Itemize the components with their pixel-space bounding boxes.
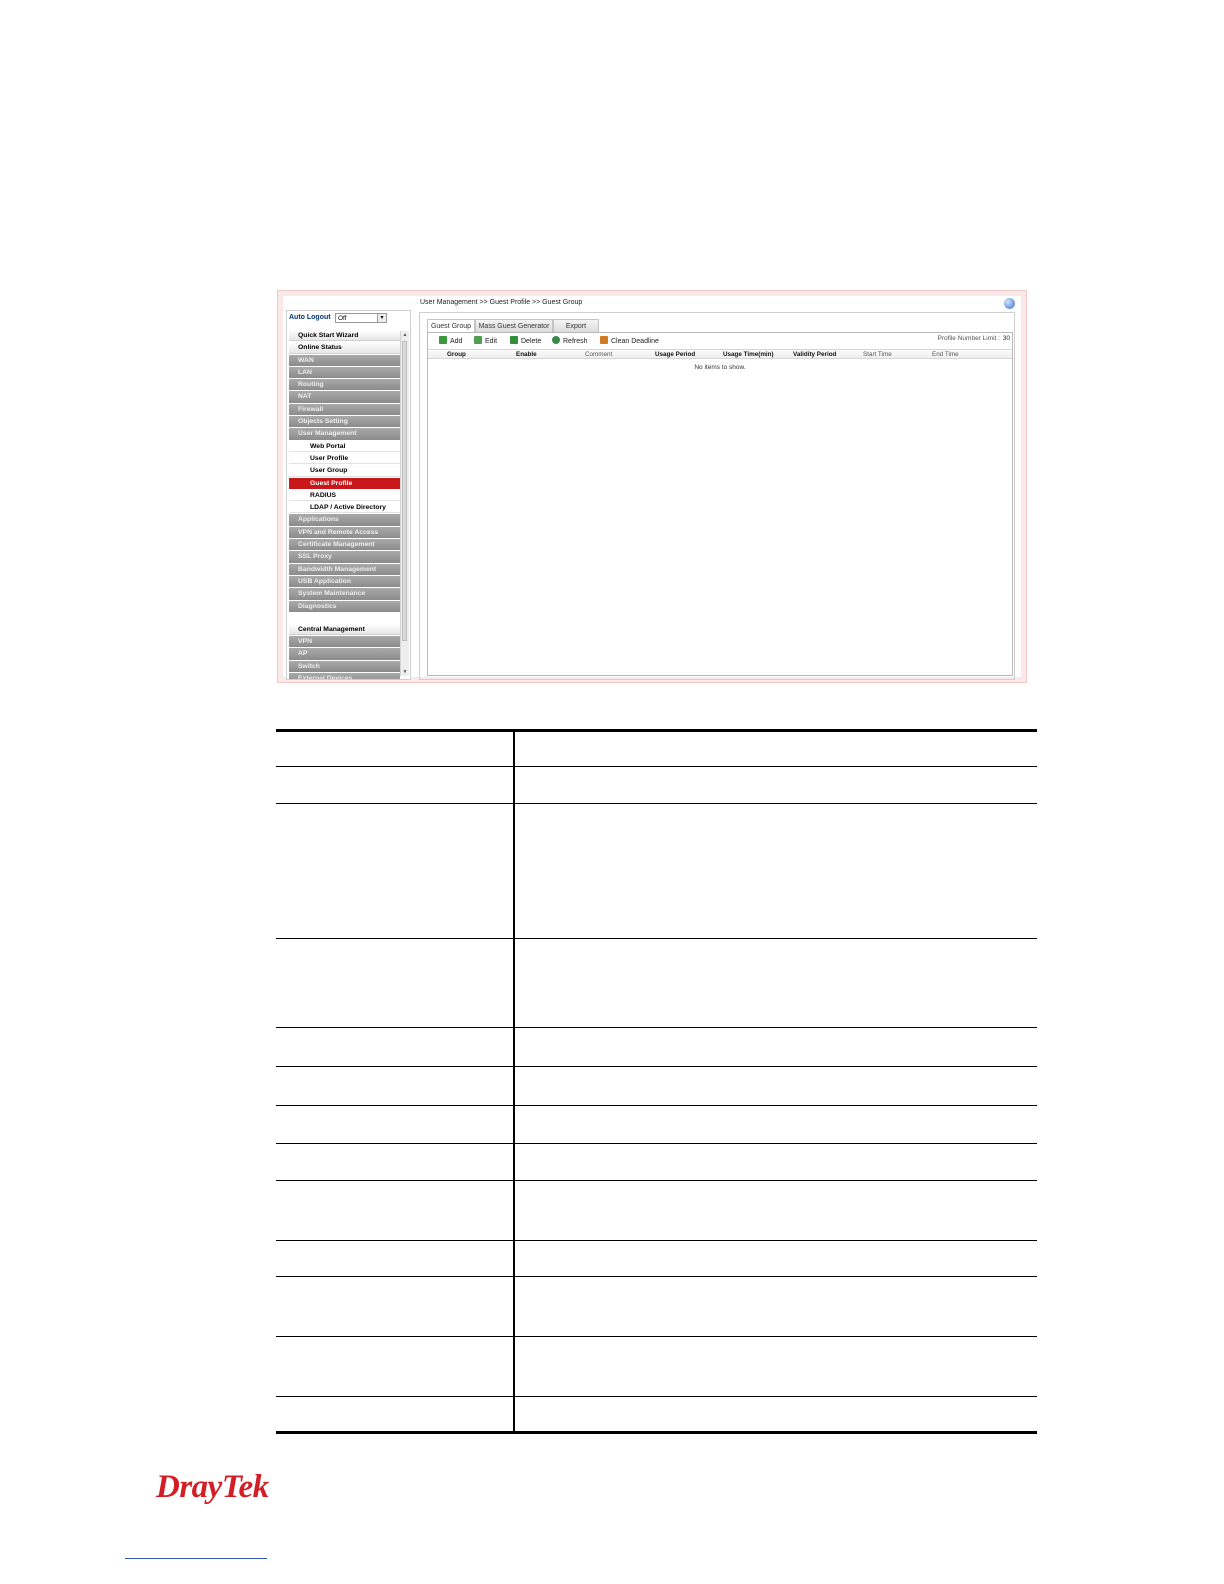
- table-row: [276, 1105, 1037, 1144]
- profile-limit-value: 30: [1002, 335, 1010, 342]
- sidebar-item-ldap-active-directory[interactable]: LDAP / Active Directory: [289, 502, 400, 514]
- auto-logout-label: Auto Logout: [289, 314, 331, 321]
- sidebar-item-wan[interactable]: WAN: [289, 354, 400, 366]
- add-label: Add: [450, 338, 463, 345]
- column-header[interactable]: Start Time: [863, 350, 892, 359]
- sidebar-scrollbar[interactable]: ▲ ▼: [400, 331, 409, 676]
- clean-deadline-label: Clean Deadline: [611, 338, 659, 345]
- menu-spacer: [289, 612, 400, 623]
- main-panel: Guest Group Mass Guest Generator Export …: [419, 312, 1015, 680]
- edit-label: Edit: [485, 338, 498, 345]
- sidebar-item-lan[interactable]: LAN: [289, 366, 400, 379]
- sidebar: Auto Logout Off ▾ Quick Start Wizard Onli…: [286, 310, 411, 680]
- sidebar-item-vpn[interactable]: VPN: [289, 636, 400, 648]
- calendar-icon: [600, 336, 608, 344]
- guest-group-screenshot: Auto Logout Off ▾ Quick Start Wizard Onli…: [277, 290, 1027, 683]
- tab-mass-guest-generator[interactable]: Mass Guest Generator: [475, 319, 553, 332]
- grid-header: Group Enable Comment Usage Period Usage …: [428, 349, 1012, 359]
- delete-button[interactable]: Delete: [510, 336, 541, 345]
- tab-guest-group[interactable]: Guest Group: [427, 319, 475, 333]
- table-row: [276, 1066, 1037, 1106]
- sidebar-item-vpn-and-remote-access[interactable]: VPN and Remote Access: [289, 526, 400, 539]
- tab-export[interactable]: Export: [553, 319, 599, 332]
- sidebar-menu: Quick Start Wizard Online Status WAN LAN Rou…: [289, 330, 400, 679]
- sidebar-item-ap[interactable]: AP: [289, 648, 400, 660]
- table-row: [276, 1276, 1037, 1337]
- sidebar-item-diagnostics[interactable]: Diagnostics: [289, 600, 400, 612]
- add-button[interactable]: Add: [439, 336, 462, 345]
- trash-icon: [510, 336, 518, 344]
- sidebar-item-online-status[interactable]: Online Status: [289, 342, 400, 354]
- refresh-button[interactable]: Refresh: [552, 336, 588, 345]
- sidebar-item-applications[interactable]: Applications: [289, 514, 400, 526]
- sidebar-item-routing[interactable]: Routing: [289, 379, 400, 391]
- help-icon[interactable]: [1004, 298, 1015, 309]
- sidebar-item-central-management[interactable]: Central Management: [289, 623, 400, 636]
- footer-rule: [125, 1558, 267, 1559]
- sidebar-item-user-group[interactable]: User Group: [289, 465, 400, 477]
- sidebar-item-bandwidth-management[interactable]: Bandwidth Management: [289, 563, 400, 575]
- table-row: [276, 803, 1037, 939]
- column-header[interactable]: Enable: [516, 350, 537, 359]
- sidebar-item-certificate-management[interactable]: Certificate Management: [289, 539, 400, 551]
- sidebar-item-system-maintenance[interactable]: System Maintenance: [289, 588, 400, 600]
- guest-group-grid: Add Edit Delete Refresh Clean Deadline P…: [427, 332, 1013, 676]
- column-header[interactable]: Comment: [585, 350, 612, 359]
- toolbar: Add Edit Delete Refresh Clean Deadline P…: [428, 333, 1012, 349]
- refresh-icon: [552, 336, 560, 344]
- sidebar-item-firewall[interactable]: Firewall: [289, 403, 400, 416]
- table-row: [276, 938, 1037, 1028]
- edit-button[interactable]: Edit: [474, 336, 497, 345]
- sidebar-item-ssl-proxy[interactable]: SSL Proxy: [289, 551, 400, 563]
- sidebar-item-usb-application[interactable]: USB Application: [289, 575, 400, 588]
- column-header[interactable]: Usage Period: [655, 350, 695, 359]
- column-header[interactable]: Validity Period: [793, 350, 836, 359]
- sidebar-item-quick-start-wizard[interactable]: Quick Start Wizard: [289, 330, 400, 342]
- sidebar-item-objects-setting[interactable]: Objects Setting: [289, 416, 400, 428]
- clean-deadline-button[interactable]: Clean Deadline: [600, 336, 659, 345]
- sidebar-item-radius[interactable]: RADIUS: [289, 489, 400, 502]
- sidebar-item-user-management[interactable]: User Management: [289, 428, 400, 440]
- draytek-logo: DrayTek: [156, 1469, 269, 1505]
- table-row: [276, 729, 1037, 767]
- column-header[interactable]: End Time: [932, 350, 959, 359]
- router-web-ui: Auto Logout Off ▾ Quick Start Wizard Onli…: [283, 296, 1021, 680]
- scroll-down-icon[interactable]: ▼: [401, 668, 409, 676]
- chevron-down-icon[interactable]: ▾: [377, 313, 387, 323]
- table-row: [276, 766, 1037, 804]
- table-row: [276, 1180, 1037, 1241]
- column-header[interactable]: Group: [447, 350, 466, 359]
- description-table: [276, 729, 1037, 1434]
- sidebar-item-web-portal[interactable]: Web Portal: [289, 440, 400, 452]
- table-row: [276, 1240, 1037, 1277]
- scroll-thumb[interactable]: [402, 341, 407, 641]
- refresh-label: Refresh: [563, 338, 588, 345]
- sidebar-item-guest-profile[interactable]: Guest Profile: [289, 477, 400, 489]
- column-header[interactable]: Usage Time(min): [723, 350, 774, 359]
- breadcrumb: User Management >> Guest Profile >> Gues…: [420, 299, 583, 306]
- table-row: [276, 1336, 1037, 1397]
- empty-grid-message: No items to show.: [694, 364, 746, 371]
- add-icon: [439, 336, 447, 344]
- sidebar-item-nat[interactable]: NAT: [289, 391, 400, 403]
- sidebar-item-external-devices[interactable]: External Devices: [289, 673, 400, 679]
- table-row: [276, 1143, 1037, 1181]
- sidebar-item-switch[interactable]: Switch: [289, 660, 400, 673]
- table-row: [276, 1396, 1037, 1434]
- sidebar-item-user-profile[interactable]: User Profile: [289, 452, 400, 465]
- scroll-up-icon[interactable]: ▲: [401, 331, 409, 339]
- table-row: [276, 1027, 1037, 1067]
- delete-label: Delete: [521, 338, 542, 345]
- profile-limit-label: Profile Number Limit :: [937, 335, 1001, 342]
- edit-icon: [474, 336, 482, 344]
